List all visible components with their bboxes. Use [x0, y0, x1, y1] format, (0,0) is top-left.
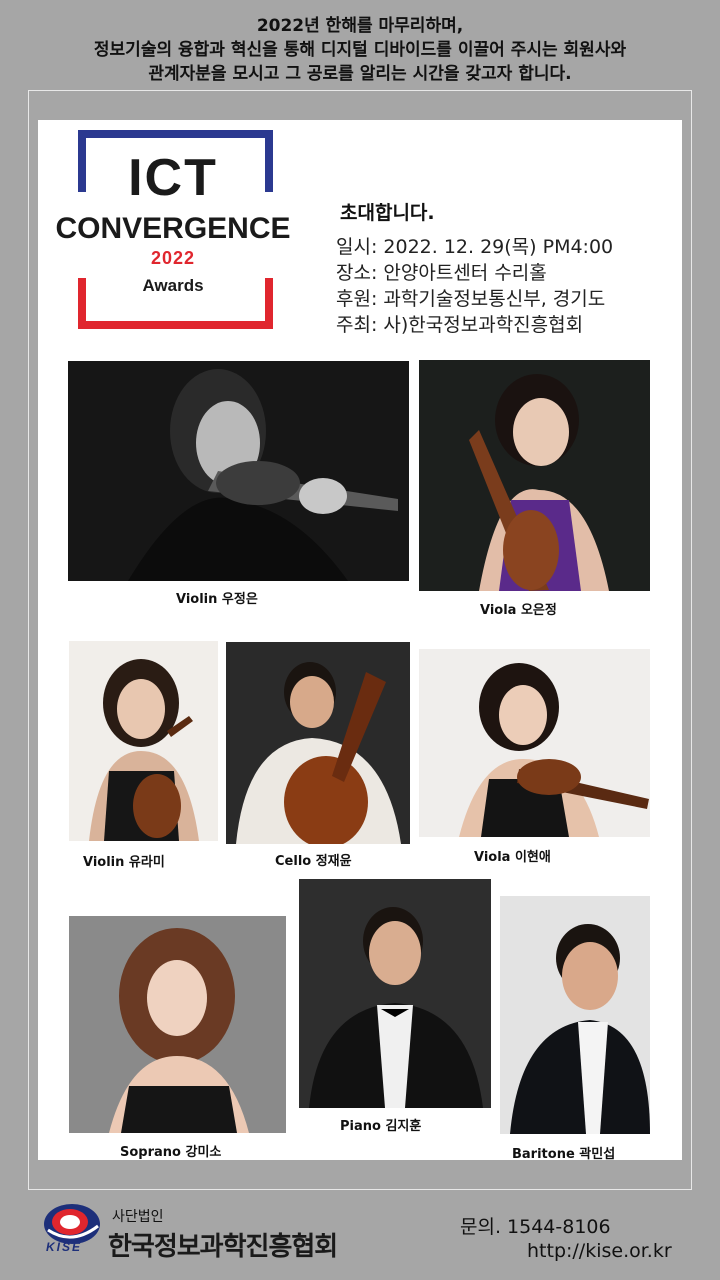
caption-soprano: Soprano 강미소 [120, 1145, 222, 1160]
event-sponsor: 후원: 과학기술정보통신부, 경기도 [336, 288, 606, 310]
photo-viola-1 [419, 360, 650, 591]
contact-phone: 문의. 1544-8106 [460, 1216, 611, 1238]
caption-viola-1: Viola 오은정 [480, 603, 557, 618]
invitation-title: 초대합니다. [340, 202, 435, 224]
photo-baritone [500, 896, 650, 1134]
caption-violin-2: Violin 유라미 [83, 855, 165, 870]
photo-piano [299, 879, 491, 1108]
photo-violin-1 [68, 361, 409, 581]
logo-ict-text: ICT [128, 149, 218, 207]
event-venue: 장소: 안양아트센터 수리홀 [336, 262, 547, 284]
event-host: 주최: 사)한국정보과학진흥협회 [336, 314, 584, 336]
event-details: 일시: 2022. 12. 29(목) PM4:00 장소: 안양아트센터 수리… [336, 234, 613, 338]
intro-line-2: 정보기술의 융합과 혁신을 통해 디지털 디바이드를 이끌어 주시는 회원사와 [93, 40, 627, 60]
caption-violin-1: Violin 우정은 [176, 592, 258, 607]
logo-year-text: 2022 [150, 248, 196, 268]
ict-awards-logo: ICT CONVERGENCE 2022 Awards [42, 128, 304, 340]
website-url[interactable]: http://kise.or.kr [527, 1240, 672, 1262]
event-date: 일시: 2022. 12. 29(목) PM4:00 [336, 236, 614, 258]
logo-convergence-text: CONVERGENCE [55, 212, 291, 245]
caption-piano: Piano 김지훈 [340, 1119, 422, 1134]
caption-cello: Cello 정재윤 [275, 854, 352, 869]
intro-text: 2022년 한해를 마무리하며, 정보기술의 융합과 혁신을 통해 디지털 디바… [0, 14, 720, 86]
org-name: 한국정보과학진흥협회 [108, 1232, 338, 1262]
photo-viola-2 [419, 649, 650, 837]
intro-line-1: 2022년 한해를 마무리하며, [256, 16, 464, 36]
kise-wordmark: KISE [46, 1240, 83, 1254]
org-type: 사단법인 [112, 1209, 164, 1225]
caption-viola-2: Viola 이현애 [474, 850, 551, 865]
caption-baritone: Baritone 곽민섭 [512, 1147, 616, 1162]
logo-frame-top [78, 130, 273, 138]
logo-awards-text: Awards [142, 276, 204, 295]
photo-cello [226, 642, 410, 844]
photo-violin-2 [69, 641, 218, 841]
logo-frame-bottom [78, 321, 273, 329]
photo-soprano [69, 916, 286, 1133]
intro-line-3: 관계자분을 모시고 그 공로를 알리는 시간을 갖고자 합니다. [148, 64, 572, 84]
